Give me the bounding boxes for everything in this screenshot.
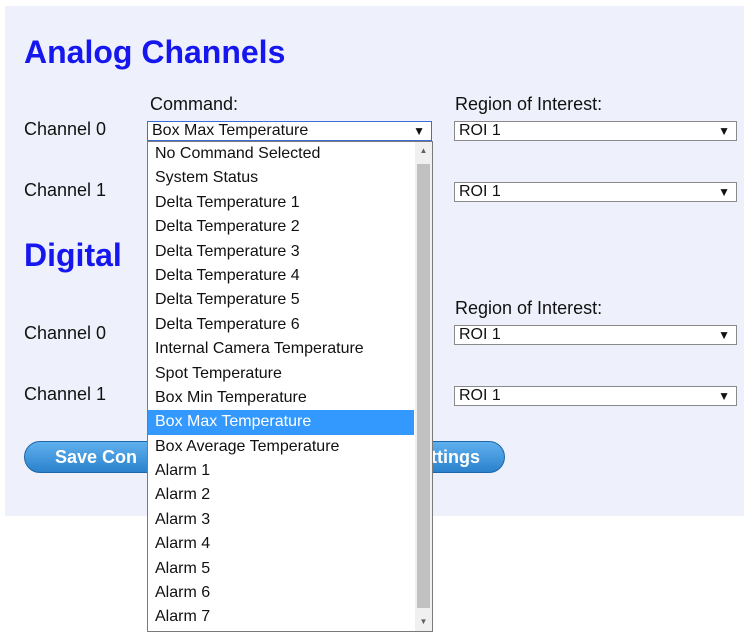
command-option[interactable]: Alarm 6: [148, 581, 414, 605]
scroll-up-arrow-icon[interactable]: ▲: [415, 142, 432, 160]
digital-channels-title: Digital: [24, 237, 122, 273]
command-option[interactable]: Internal Camera Temperature: [148, 337, 414, 361]
command-option[interactable]: Alarm 7: [148, 605, 414, 629]
command-option[interactable]: Delta Temperature 4: [148, 264, 414, 288]
dropdown-arrow-icon: ▼: [718, 185, 730, 199]
select-value: ROI 1: [459, 183, 501, 200]
dropdown-arrow-icon: ▼: [718, 124, 730, 138]
command-option[interactable]: Delta Temperature 6: [148, 313, 414, 337]
digital-channel-0-roi-select[interactable]: ROI 1 ▼: [454, 325, 737, 345]
command-option[interactable]: Box Min Temperature: [148, 386, 414, 410]
command-option[interactable]: Box Max Temperature: [148, 410, 414, 435]
analog-channel-0-command-select[interactable]: Box Max Temperature ▼: [147, 121, 432, 141]
select-value: ROI 1: [459, 122, 501, 139]
analog-channel-1-label: Channel 1: [24, 180, 107, 200]
scrollbar-thumb[interactable]: [417, 164, 430, 608]
command-dropdown-list[interactable]: No Command Selected System Status Delta Te…: [147, 141, 433, 632]
command-option[interactable]: Delta Temperature 2: [148, 215, 414, 239]
select-value: ROI 1: [459, 326, 501, 343]
analog-channels-title: Analog Channels: [24, 34, 286, 70]
select-value: Box Max Temperature: [152, 122, 309, 139]
command-option[interactable]: Alarm 4: [148, 532, 414, 556]
analog-channel-0-label: Channel 0: [24, 119, 107, 139]
command-options: No Command Selected System Status Delta Te…: [148, 142, 432, 630]
dropdown-scrollbar[interactable]: ▲ ▼: [415, 142, 432, 631]
dropdown-arrow-icon: ▼: [718, 389, 730, 403]
digital-channel-1-roi-select[interactable]: ROI 1 ▼: [454, 386, 737, 406]
digital-channel-1-label: Channel 1: [24, 384, 107, 404]
command-option[interactable]: Delta Temperature 3: [148, 240, 414, 264]
command-option[interactable]: Delta Temperature 1: [148, 191, 414, 215]
select-value: ROI 1: [459, 387, 501, 404]
command-option[interactable]: System Status: [148, 166, 414, 190]
command-option[interactable]: Spot Temperature: [148, 362, 414, 386]
command-option[interactable]: Delta Temperature 5: [148, 288, 414, 312]
dropdown-arrow-icon: ▼: [718, 328, 730, 342]
command-option[interactable]: Alarm 1: [148, 459, 414, 483]
command-option[interactable]: No Command Selected: [148, 142, 414, 166]
digital-roi-column-label: Region of Interest:: [455, 298, 603, 318]
digital-channel-0-label: Channel 0: [24, 323, 107, 343]
analog-channel-1-roi-select[interactable]: ROI 1 ▼: [454, 182, 737, 202]
command-option[interactable]: Alarm 3: [148, 508, 414, 532]
scroll-down-arrow-icon[interactable]: ▼: [415, 613, 432, 631]
command-option[interactable]: Box Average Temperature: [148, 435, 414, 459]
command-column-label: Command:: [150, 94, 239, 114]
analog-channel-0-roi-select[interactable]: ROI 1 ▼: [454, 121, 737, 141]
load-settings-button-label: ttings: [431, 447, 480, 467]
save-config-button-label: Save Con: [55, 447, 138, 467]
command-option[interactable]: Alarm 2: [148, 483, 414, 507]
command-option[interactable]: Alarm 5: [148, 557, 414, 581]
analog-roi-column-label: Region of Interest:: [455, 94, 603, 114]
dropdown-arrow-icon: ▼: [413, 124, 425, 138]
